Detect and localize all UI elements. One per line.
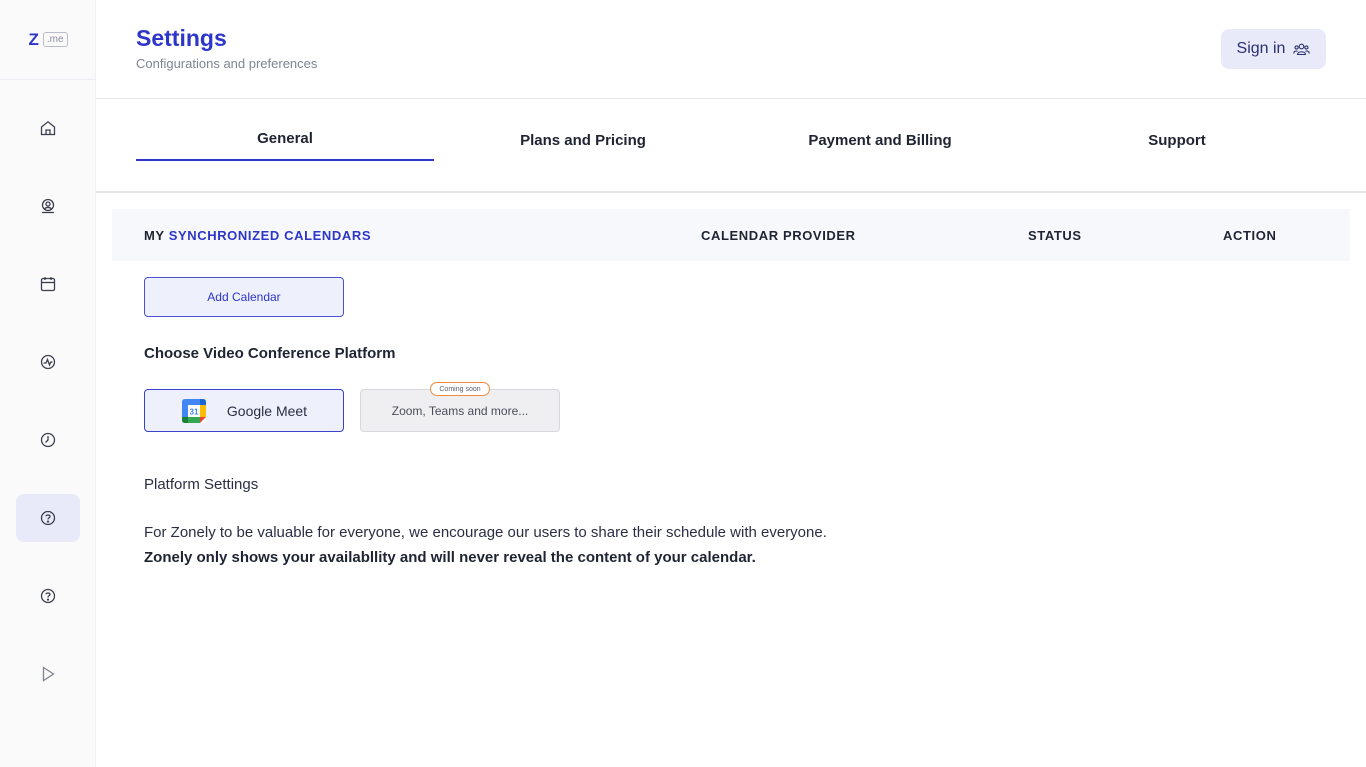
tab-plans-and-pricing[interactable]: Plans and Pricing — [434, 99, 732, 161]
other-platforms-label: Zoom, Teams and more... — [391, 403, 529, 418]
coming-soon-badge: Coming soon — [430, 382, 490, 396]
sharing-info-text: For Zonely to be valuable for everyone, … — [144, 524, 827, 541]
calendars-table-header: MY SYNCHRONIZED CALENDARS CALENDAR PROVI… — [112, 209, 1350, 261]
help-icon — [40, 588, 56, 604]
sidebar-item-play[interactable] — [16, 650, 80, 698]
sidebar-item-calendar[interactable] — [16, 260, 80, 308]
sidebar: Z .me — [0, 0, 96, 767]
sidebar-item-people[interactable] — [16, 182, 80, 230]
logo-letter: Z — [28, 29, 39, 49]
activity-icon — [40, 354, 56, 370]
play-icon — [42, 666, 55, 682]
sidebar-item-help[interactable] — [16, 572, 80, 620]
sidebar-item-activity[interactable] — [16, 338, 80, 386]
sidebar-item-home[interactable] — [16, 104, 80, 152]
location-user-icon — [41, 198, 55, 214]
sidebar-item-clock[interactable] — [16, 416, 80, 464]
tab-general[interactable]: General — [136, 99, 434, 161]
column-status: STATUS — [1028, 228, 1082, 243]
clock-icon — [40, 432, 56, 448]
column-calendar-provider: CALENDAR PROVIDER — [701, 228, 856, 243]
google-meet-label: Google Meet — [226, 402, 308, 419]
video-conference-title: Choose Video Conference Platform — [144, 345, 396, 362]
page-header: Settings Configurations and preferences … — [96, 0, 1366, 99]
page-title: Settings — [136, 25, 227, 51]
sign-in-button[interactable]: Sign in — [1221, 29, 1326, 69]
column-action: ACTION — [1223, 228, 1277, 243]
add-calendar-button[interactable]: Add Calendar — [144, 277, 344, 317]
sign-in-label: Sign in — [1236, 40, 1286, 57]
google-calendar-day: 31 — [189, 407, 198, 416]
logo-suffix: .me — [42, 32, 68, 47]
platform-settings-title: Platform Settings — [144, 476, 259, 493]
home-icon — [40, 120, 56, 136]
column-my-label: MY — [144, 228, 165, 243]
logo[interactable]: Z .me — [0, 0, 96, 80]
app: Z .me Settings Configurations and prefer… — [0, 0, 1366, 767]
column-synchronized-label: SYNCHRONIZED CALENDARS — [168, 228, 372, 243]
privacy-info-text: Zonely only shows your availabllity and … — [144, 549, 756, 566]
sidebar-item-settings[interactable] — [16, 494, 80, 542]
page-subtitle: Configurations and preferences — [136, 56, 318, 71]
calendar-icon — [40, 277, 56, 292]
settings-help-icon — [40, 510, 56, 526]
google-calendar-icon: 31 — [181, 398, 206, 423]
settings-tabs: General Plans and Pricing Payment and Bi… — [96, 99, 1366, 193]
tab-payment-and-billing[interactable]: Payment and Billing — [731, 99, 1029, 161]
tab-support[interactable]: Support — [1028, 99, 1326, 161]
google-meet-option[interactable]: 31 Google Meet — [144, 389, 344, 432]
column-my-synchronized-calendars: MY SYNCHRONIZED CALENDARS — [144, 228, 371, 243]
users-icon — [1293, 43, 1311, 56]
